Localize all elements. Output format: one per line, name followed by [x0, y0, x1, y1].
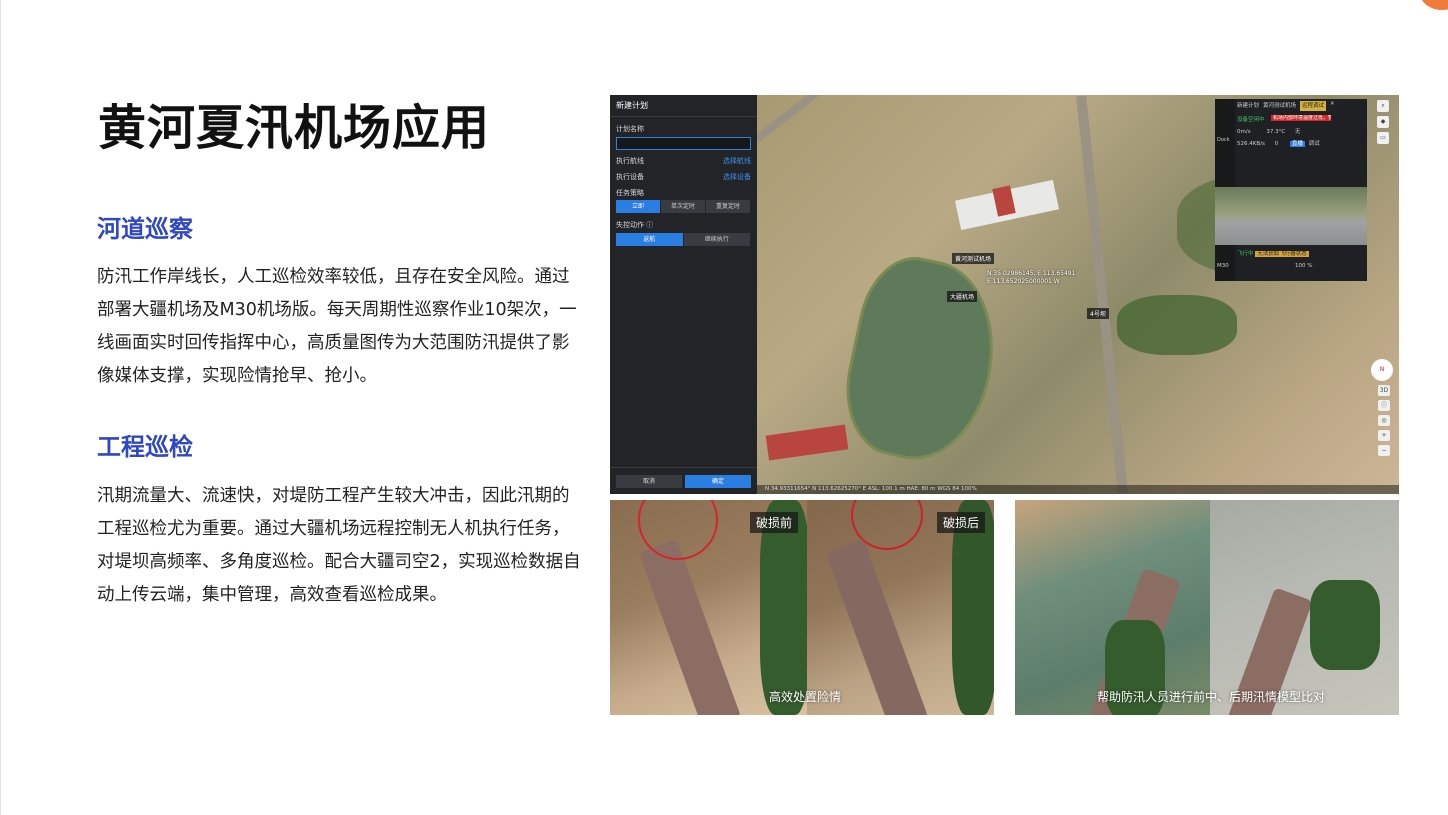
- dock-status-alert: 机场内部环境温度过低，暂停作业: [1271, 115, 1331, 121]
- photo-model-left: [1015, 500, 1210, 715]
- plan-panel-footer: 取消 确定: [610, 467, 757, 494]
- pin-icon[interactable]: ◆: [1377, 116, 1389, 128]
- section-body-river: 防汛工作岸线长，人工巡检效率较低，且存在安全风险。通过部署大疆机场及M30机场版…: [97, 267, 577, 386]
- section-body-engineering: 汛期流量大、流速快，对堤防工程产生较大冲击，因此汛期的工程巡检尤为重要。通过大疆…: [97, 486, 581, 605]
- plan-panel-header: 新建计划: [610, 95, 757, 117]
- lost-action-continue[interactable]: 继续执行: [683, 233, 751, 246]
- page-edge: [0, 0, 1, 815]
- dock-tab-name[interactable]: 黄河测试机场: [1263, 101, 1296, 111]
- strategy-option-once[interactable]: 单次定时: [661, 200, 706, 213]
- remote-debug-button[interactable]: 远程调试: [1300, 101, 1327, 111]
- map-vegetation: [1117, 295, 1237, 355]
- live-button[interactable]: 直播: [1289, 141, 1305, 147]
- mode-3d-button[interactable]: 3D: [1378, 385, 1390, 396]
- app-screenshot: 新建计划 计划名称 执行航线 选择航线 执行设备 选择设备 任务策略 立即 单次…: [610, 95, 1399, 494]
- close-icon[interactable]: ✕: [1330, 101, 1335, 111]
- route-row: 执行航线 选择航线: [616, 156, 751, 166]
- poi-label[interactable]: 4号坝: [1087, 308, 1109, 319]
- photo-model-right: [1210, 500, 1399, 715]
- coord-2: E 113.652025000001 W: [987, 278, 1060, 285]
- cancel-button[interactable]: 取消: [616, 475, 682, 488]
- aircraft-status-row: 飞行中 无法获取飞行器状态: [1237, 249, 1365, 257]
- wind-speed: 0m/s: [1237, 129, 1251, 135]
- search-icon[interactable]: ⌕: [1377, 100, 1389, 112]
- dock-status-idle: 设备空闲中: [1237, 117, 1265, 123]
- plan-panel: 新建计划 计划名称 执行航线 选择航线 执行设备 选择设备 任务策略 立即 单次…: [610, 95, 757, 494]
- strategy-option-repeat[interactable]: 重复定时: [706, 200, 751, 213]
- coord-1: N 35.02986145, E 113.65491: [987, 270, 1076, 277]
- strategy-label: 任务策略: [616, 189, 644, 197]
- dock-panel: Dock 新建计划 黄河测试机场 远程调试 ✕ 设备空闲中 机场内部环境温度过低…: [1215, 99, 1367, 281]
- debug-button[interactable]: 调试: [1309, 141, 1320, 147]
- rainfall: 无: [1294, 129, 1301, 135]
- map-road-diagonal: [757, 95, 996, 143]
- model-comparison-photo: 帮助防汛人员进行前中、后期汛情模型比对: [1015, 500, 1399, 715]
- dock-metrics-1: 0m/s 37.3°C 无: [1237, 127, 1300, 135]
- photo-caption-1: 高效处置险情: [769, 690, 842, 704]
- tag-before: 破损前: [750, 512, 799, 533]
- strategy-option-immediate[interactable]: 立即: [616, 200, 661, 213]
- aircraft-warning: 无法获取飞行器状态: [1255, 251, 1309, 257]
- map-pond: [832, 247, 1012, 473]
- dock-name-label: 大疆机场: [947, 291, 978, 302]
- lost-action-return[interactable]: 返航: [616, 233, 684, 246]
- map-statusbar: N 34.93311654° N 113.62625270° E ASL: 10…: [757, 485, 1399, 494]
- map-building-red-2: [765, 424, 849, 461]
- dock-tab-plan[interactable]: 新建计划: [1237, 101, 1259, 111]
- device-row: 执行设备 选择设备: [616, 172, 751, 182]
- dock-side-label: Dock: [1217, 137, 1230, 143]
- dock-metrics-2: 526.4KB/s 0 直播 调试: [1237, 139, 1320, 147]
- plan-name-input[interactable]: [616, 137, 751, 150]
- corner-badge: [1420, 0, 1448, 10]
- network-speed: 526.4KB/s: [1237, 141, 1265, 147]
- info-icon[interactable]: ⓘ: [1378, 400, 1390, 411]
- dock-tabs: 新建计划 黄河测试机场 远程调试 ✕: [1237, 101, 1365, 111]
- strategy-segmented: 立即 单次定时 重复定时: [616, 200, 751, 213]
- map-road: [1076, 95, 1128, 494]
- lost-action-label: 失控动作 ⓘ: [616, 221, 654, 229]
- storage: 0: [1274, 141, 1279, 147]
- section-heading-river: 河道巡察: [97, 215, 193, 243]
- temperature: 37.3°C: [1266, 129, 1286, 135]
- map-zoom-tools: 3D ⓘ ◎ + −: [1378, 385, 1390, 456]
- trees: [1310, 580, 1380, 670]
- map-toolbar: ⌕ ◆ ▭: [1377, 100, 1391, 144]
- device-label: 执行设备: [616, 173, 644, 181]
- route-label: 执行航线: [616, 157, 644, 165]
- zoom-out-icon[interactable]: −: [1378, 445, 1390, 456]
- satellite-map[interactable]: 黄河测试机场 大疆机场 N 35.02986145, E 113.65491 E…: [757, 95, 1399, 494]
- section-heading-engineering: 工程巡检: [97, 433, 193, 461]
- plan-name-label: 计划名称: [616, 125, 644, 133]
- confirm-button[interactable]: 确定: [685, 475, 751, 488]
- map-marker-label[interactable]: 黄河测试机场: [952, 253, 995, 264]
- layer-icon[interactable]: ▭: [1377, 132, 1389, 144]
- aircraft-model-label: M30: [1217, 263, 1229, 269]
- tag-after: 破损后: [937, 512, 986, 533]
- select-route-link[interactable]: 选择航线: [723, 156, 751, 166]
- zoom-in-icon[interactable]: +: [1378, 430, 1390, 441]
- select-device-link[interactable]: 选择设备: [723, 172, 751, 182]
- dam-strip: [638, 538, 742, 715]
- lost-action-segmented: 返航 继续执行: [616, 233, 751, 246]
- before-after-photo: 破损前 破损后 高效处置险情: [610, 500, 994, 715]
- page-title: 黄河夏汛机场应用: [98, 100, 491, 156]
- photo-caption-2: 帮助防汛人员进行前中、后期汛情模型比对: [1097, 690, 1326, 704]
- battery-level: 100 %: [1295, 263, 1313, 269]
- aircraft-status: 飞行中: [1237, 251, 1254, 257]
- live-video-feed[interactable]: [1215, 187, 1367, 245]
- dam-strip: [825, 538, 929, 715]
- compass-icon[interactable]: N: [1371, 359, 1393, 381]
- locate-icon[interactable]: ◎: [1378, 415, 1390, 426]
